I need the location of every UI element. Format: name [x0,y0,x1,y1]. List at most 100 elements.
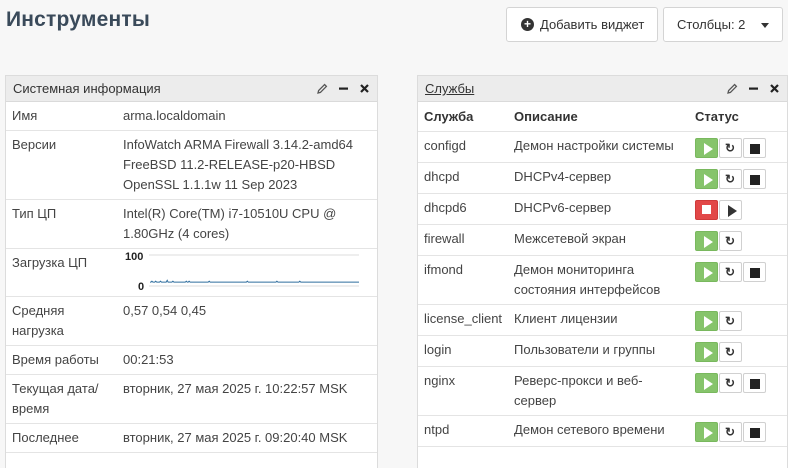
service-start-button[interactable] [719,200,742,220]
table-row: Тип ЦП Intel(R) Core(TM) i7-10510U CPU @… [6,199,377,249]
service-description: Демон сетевого времени [508,415,689,447]
service-name: nginx [418,366,509,416]
restart-icon: ↻ [725,314,736,328]
restart-icon: ↻ [725,345,736,359]
description-line: Клиент лицензии [514,311,618,326]
service-stopped-button[interactable] [695,200,718,220]
service-status: ↻ [689,304,787,336]
play-icon [728,205,737,217]
table-row: nginx Реверс-прокси и веб-сервер ↻ [418,366,787,416]
service-name: license_client [418,304,509,336]
stop-icon [750,428,760,438]
service-running-button[interactable] [695,262,718,282]
service-name: configd [418,131,509,163]
service-stop-button[interactable] [743,138,766,158]
service-running-button[interactable] [695,311,718,331]
table-row: Последнее вторник, 27 мая 2025 г. 09:20:… [6,423,377,453]
table-row: Имя arma.localdomain [6,102,377,131]
columns-dropdown[interactable]: Столбцы: 2 [663,7,783,42]
row-key: Тип ЦП [6,199,117,249]
service-description: Демон мониторинга состояния интерфейсов [508,255,689,305]
columns-label: Столбцы: 2 [677,17,746,32]
cpu-min-label: 0 [138,281,144,290]
description-line: Демон мониторинга [514,262,635,277]
edit-icon[interactable] [726,83,738,95]
table-row: dhcpd DHCPv4-сервер ↻ [418,162,787,194]
service-restart-button[interactable]: ↻ [719,373,742,393]
description-line: DHCPv4-сервер [514,169,612,184]
key-line: время [12,401,50,416]
close-icon[interactable] [768,83,780,95]
service-restart-button[interactable]: ↻ [719,138,742,158]
service-restart-button[interactable]: ↻ [719,342,742,362]
service-status: ↻ [689,335,787,367]
row-value: 0,57 0,54 0,45 [117,296,377,346]
table-row: login Пользователи и группы ↻ [418,335,787,367]
add-widget-button[interactable]: + Добавить виджет [506,7,658,42]
stop-icon [750,144,760,154]
service-stop-button[interactable] [743,422,766,442]
edit-icon[interactable] [316,83,328,95]
system-info-widget: Системная информация Имя arma.localdomai… [5,75,378,468]
service-running-button[interactable] [695,231,718,251]
table-row: dhcpd6 DHCPv6-сервер [418,193,787,225]
row-key: Время работы [6,345,117,375]
cpu-type-line: 1.80GHz (4 cores) [123,226,230,241]
service-running-button[interactable] [695,373,718,393]
service-restart-button[interactable]: ↻ [719,311,742,331]
service-restart-button[interactable]: ↻ [719,169,742,189]
description-line: состояния интерфейсов [514,282,661,297]
row-value: вторник, 27 мая 2025 г. 09:20:40 MSK [117,423,377,453]
row-key: Версии [6,130,117,200]
description-line: Пользователи и группы [514,342,656,357]
table-header-row: Служба Описание Статус [418,102,787,132]
service-restart-button[interactable]: ↻ [719,231,742,251]
play-icon [704,236,713,248]
services-title-link[interactable]: Службы [425,81,726,96]
row-value: Intel(R) Core(TM) i7-10510U CPU @ 1.80GH… [117,199,377,249]
service-running-button[interactable] [695,169,718,189]
system-info-title: Системная информация [13,81,161,96]
restart-icon: ↻ [725,141,736,155]
table-row: Средняя нагрузка 0,57 0,54 0,45 [6,296,377,346]
service-description: Пользователи и группы [508,335,689,367]
service-description: Межсетевой экран [508,224,689,256]
play-icon [704,378,713,390]
services-table: Служба Описание Статус configd Демон наст… [418,102,787,447]
play-icon [704,267,713,279]
stop-icon [750,175,760,185]
service-name: login [418,335,509,367]
service-stop-button[interactable] [743,373,766,393]
service-running-button[interactable] [695,342,718,362]
cpu-type-line: Intel(R) Core(TM) i7-10510U CPU @ [123,206,337,221]
service-description: Клиент лицензии [508,304,689,336]
version-line: FreeBSD 11.2-RELEASE-p20-HBSD [123,157,336,172]
add-widget-label: Добавить виджет [540,17,645,32]
row-key: Последнее [6,423,117,453]
service-status: ↻ [689,255,787,305]
column-header-status: Статус [689,102,787,132]
caret-down-icon [761,23,769,28]
play-icon [704,174,713,186]
service-stop-button[interactable] [743,169,766,189]
service-running-button[interactable] [695,422,718,442]
service-running-button[interactable] [695,138,718,158]
key-line: нагрузка [12,323,64,338]
cpu-load-cell: 100 0 [117,248,377,297]
service-description: Демон настройки системы [508,131,689,163]
minimize-icon[interactable] [747,83,759,95]
service-restart-button[interactable]: ↻ [719,422,742,442]
key-line: Текущая дата/ [12,381,99,396]
minimize-icon[interactable] [337,83,349,95]
cpu-max-label: 100 [125,252,143,263]
system-info-table: Имя arma.localdomain Версии InfoWatch AR… [6,102,377,453]
restart-icon: ↻ [725,234,736,248]
table-row: Текущая дата/ время вторник, 27 мая 2025… [6,374,377,424]
key-line: Средняя [12,303,65,318]
service-restart-button[interactable]: ↻ [719,262,742,282]
close-icon[interactable] [358,83,370,95]
table-row: license_client Клиент лицензии ↻ [418,304,787,336]
service-stop-button[interactable] [743,262,766,282]
restart-icon: ↻ [725,425,736,439]
row-key: Имя [6,102,117,131]
